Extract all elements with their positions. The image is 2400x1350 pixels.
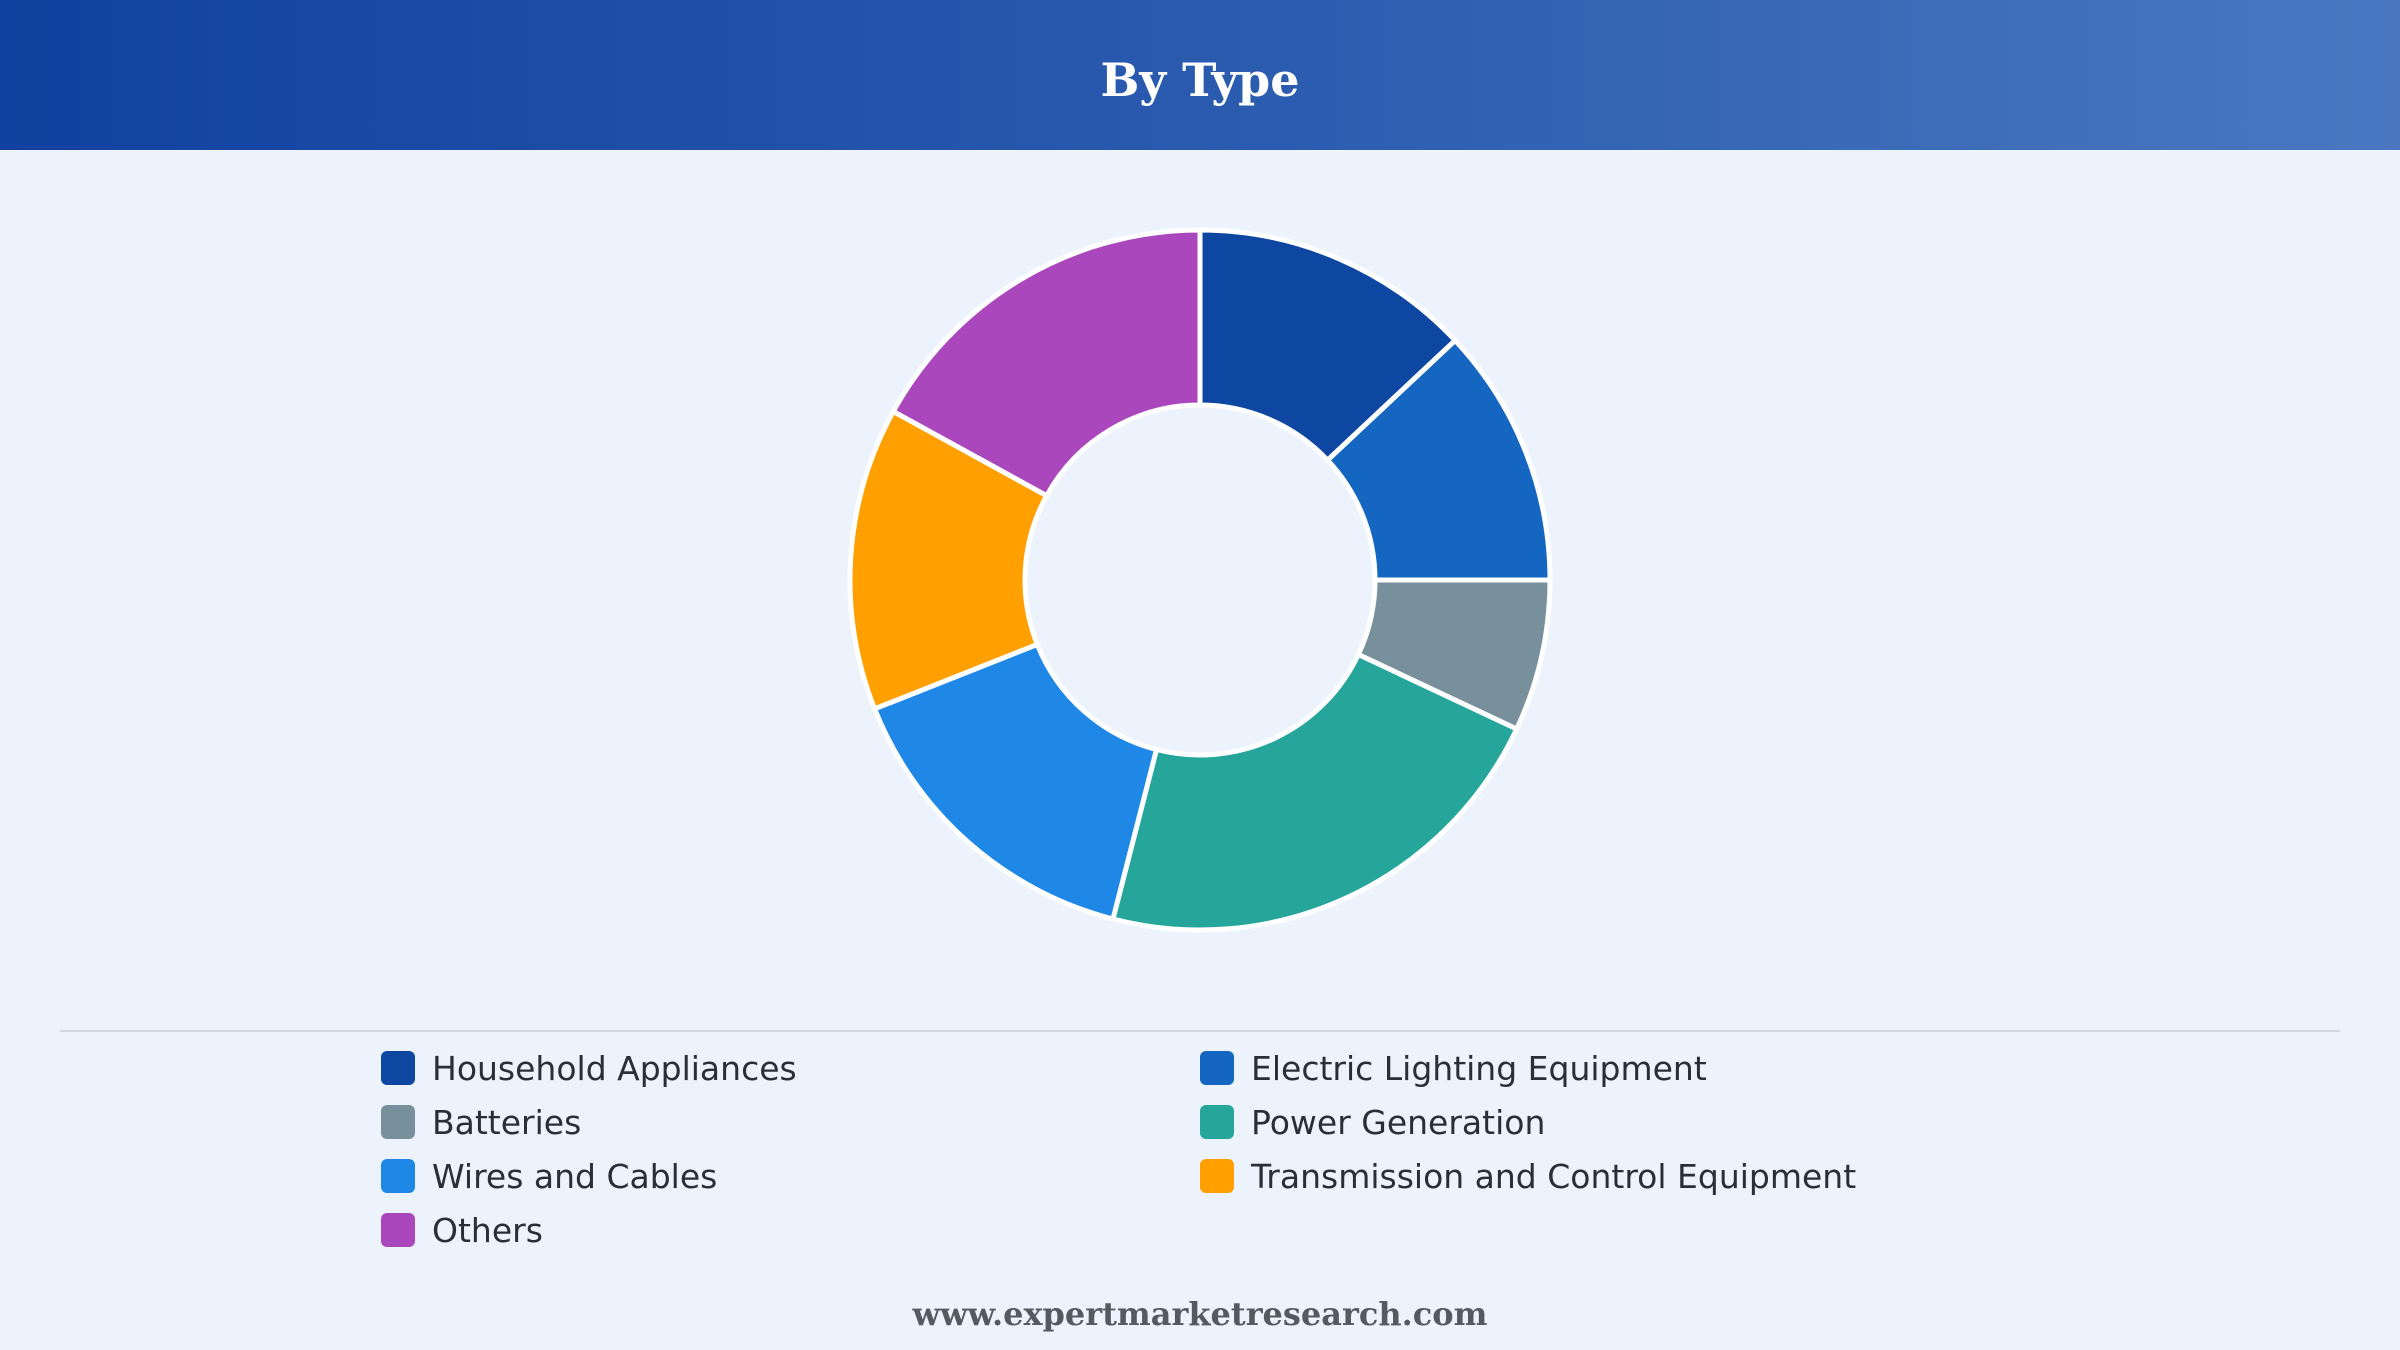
legend-item-others: Others: [381, 1210, 543, 1250]
legend-swatch: [1200, 1159, 1234, 1193]
donut-chart: [847, 227, 1553, 933]
legend-item-batteries: Batteries: [381, 1102, 581, 1142]
legend-swatch: [1200, 1051, 1234, 1085]
legend-label: Power Generation: [1251, 1102, 1546, 1142]
legend-item-transmission-and-control-equipment: Transmission and Control Equipment: [1200, 1156, 1856, 1196]
legend-item-wires-and-cables: Wires and Cables: [381, 1156, 717, 1196]
legend-label: Wires and Cables: [432, 1156, 718, 1196]
legend-swatch: [381, 1159, 415, 1193]
legend-item-household-appliances: Household Appliances: [381, 1048, 797, 1088]
legend-swatch: [1200, 1105, 1234, 1139]
legend-label: Transmission and Control Equipment: [1251, 1156, 1857, 1196]
legend-label: Batteries: [432, 1102, 582, 1142]
legend-item-electric-lighting-equipment: Electric Lighting Equipment: [1200, 1048, 1707, 1088]
footer-url: www.expertmarketresearch.com: [912, 1295, 1488, 1333]
legend-divider: [60, 1030, 2340, 1032]
legend-label: Others: [432, 1210, 543, 1250]
legend-swatch: [381, 1213, 415, 1247]
legend-label: Household Appliances: [432, 1048, 797, 1088]
legend-swatch: [381, 1051, 415, 1085]
legend-item-power-generation: Power Generation: [1200, 1102, 1545, 1142]
legend-swatch: [381, 1105, 415, 1139]
legend-label: Electric Lighting Equipment: [1251, 1048, 1707, 1088]
